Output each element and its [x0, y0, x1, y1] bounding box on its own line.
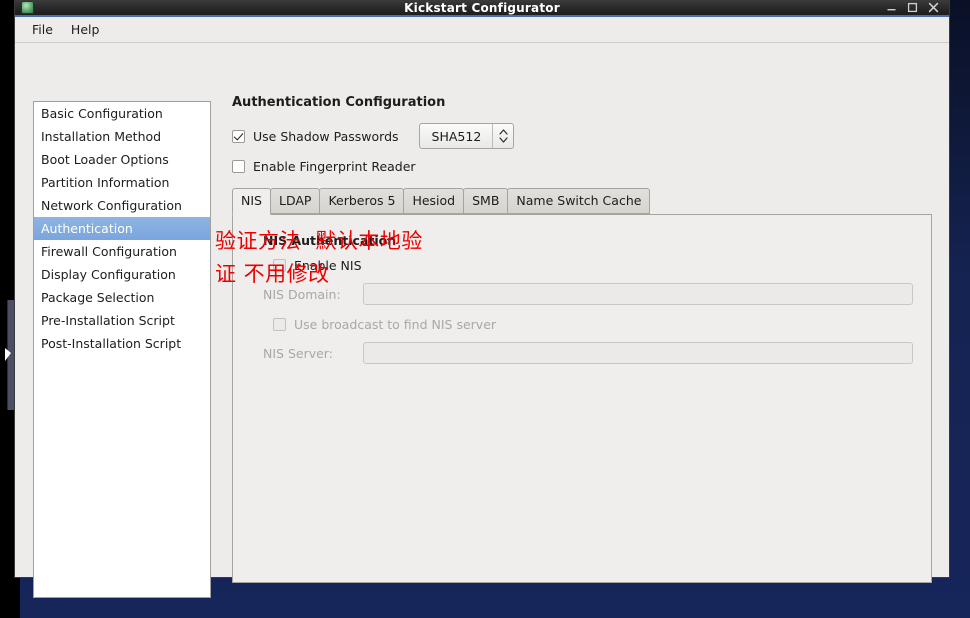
- main-pane: Authentication Configuration Use Shadow …: [232, 95, 932, 583]
- use-shadow-passwords-checkbox[interactable]: [232, 129, 245, 143]
- tab-nis[interactable]: NIS: [232, 188, 271, 215]
- tab-name-switch-cache[interactable]: Name Switch Cache: [507, 188, 651, 214]
- navigation-list[interactable]: Basic Configuration Installation Method …: [33, 101, 211, 598]
- sidebar-item-firewall-configuration[interactable]: Firewall Configuration: [34, 240, 210, 263]
- menu-item-file[interactable]: File: [23, 19, 62, 40]
- maximize-icon[interactable]: [907, 2, 918, 13]
- enable-fingerprint-reader-label: Enable Fingerprint Reader: [253, 159, 416, 174]
- application-window: Kickstart Configurator File Help Basic C…: [14, 0, 950, 598]
- enable-fingerprint-reader-checkbox[interactable]: [232, 160, 245, 173]
- sidebar-item-post-installation-script[interactable]: Post-Installation Script: [34, 332, 210, 355]
- nis-domain-row: NIS Domain:: [249, 283, 915, 305]
- hash-algorithm-value: SHA512: [431, 128, 482, 144]
- nis-tab-panel: NIS Authentication Enable NIS NIS Domain…: [232, 214, 932, 583]
- spin-up-down-icon[interactable]: [492, 124, 513, 148]
- menu-item-help[interactable]: Help: [62, 19, 109, 40]
- tab-hesiod[interactable]: Hesiod: [403, 188, 465, 214]
- tab-ldap[interactable]: LDAP: [269, 188, 321, 214]
- nis-domain-input[interactable]: [363, 283, 913, 305]
- minimize-icon[interactable]: [886, 2, 897, 13]
- enable-nis-label: Enable NIS: [294, 258, 362, 273]
- tab-bar: NIS LDAP Kerberos 5 Hesiod SMB Name Swit…: [232, 188, 932, 215]
- mouse-cursor: [5, 348, 11, 361]
- nis-server-row: NIS Server:: [249, 342, 915, 364]
- window-controls: [886, 2, 945, 13]
- hash-algorithm-spinner[interactable]: SHA512: [418, 123, 515, 149]
- window-content: Basic Configuration Installation Method …: [15, 43, 949, 598]
- app-icon: [21, 1, 34, 14]
- window-titlebar[interactable]: Kickstart Configurator: [15, 0, 949, 17]
- nis-authentication-group-title: NIS Authentication: [263, 233, 397, 248]
- close-icon[interactable]: [928, 2, 939, 13]
- use-shadow-passwords-label: Use Shadow Passwords: [253, 128, 399, 144]
- nis-domain-label: NIS Domain:: [263, 286, 341, 302]
- enable-nis-checkbox[interactable]: [273, 259, 286, 272]
- menubar: File Help: [15, 17, 949, 43]
- sidebar-item-network-configuration[interactable]: Network Configuration: [34, 194, 210, 217]
- page-title: Authentication Configuration: [232, 95, 446, 110]
- nis-server-input[interactable]: [363, 342, 913, 364]
- sidebar-item-boot-loader-options[interactable]: Boot Loader Options: [34, 148, 210, 171]
- sidebar-item-basic-configuration[interactable]: Basic Configuration: [34, 102, 210, 125]
- use-broadcast-checkbox[interactable]: [273, 318, 286, 331]
- sidebar-item-package-selection[interactable]: Package Selection: [34, 286, 210, 309]
- shadow-passwords-row: Use Shadow Passwords SHA512: [232, 123, 932, 149]
- enable-nis-row: Enable NIS: [273, 258, 915, 273]
- tab-smb[interactable]: SMB: [463, 188, 509, 214]
- fingerprint-reader-row: Enable Fingerprint Reader: [232, 159, 932, 174]
- sidebar-item-display-configuration[interactable]: Display Configuration: [34, 263, 210, 286]
- nis-server-label: NIS Server:: [263, 345, 333, 361]
- sidebar-item-authentication[interactable]: Authentication: [34, 217, 210, 240]
- use-broadcast-row: Use broadcast to find NIS server: [273, 317, 915, 332]
- sidebar-item-partition-information[interactable]: Partition Information: [34, 171, 210, 194]
- sidebar-item-pre-installation-script[interactable]: Pre-Installation Script: [34, 309, 210, 332]
- use-broadcast-label: Use broadcast to find NIS server: [294, 317, 497, 332]
- tab-kerberos-5[interactable]: Kerberos 5: [319, 188, 405, 214]
- window-title: Kickstart Configurator: [404, 0, 560, 15]
- sidebar-item-installation-method[interactable]: Installation Method: [34, 125, 210, 148]
